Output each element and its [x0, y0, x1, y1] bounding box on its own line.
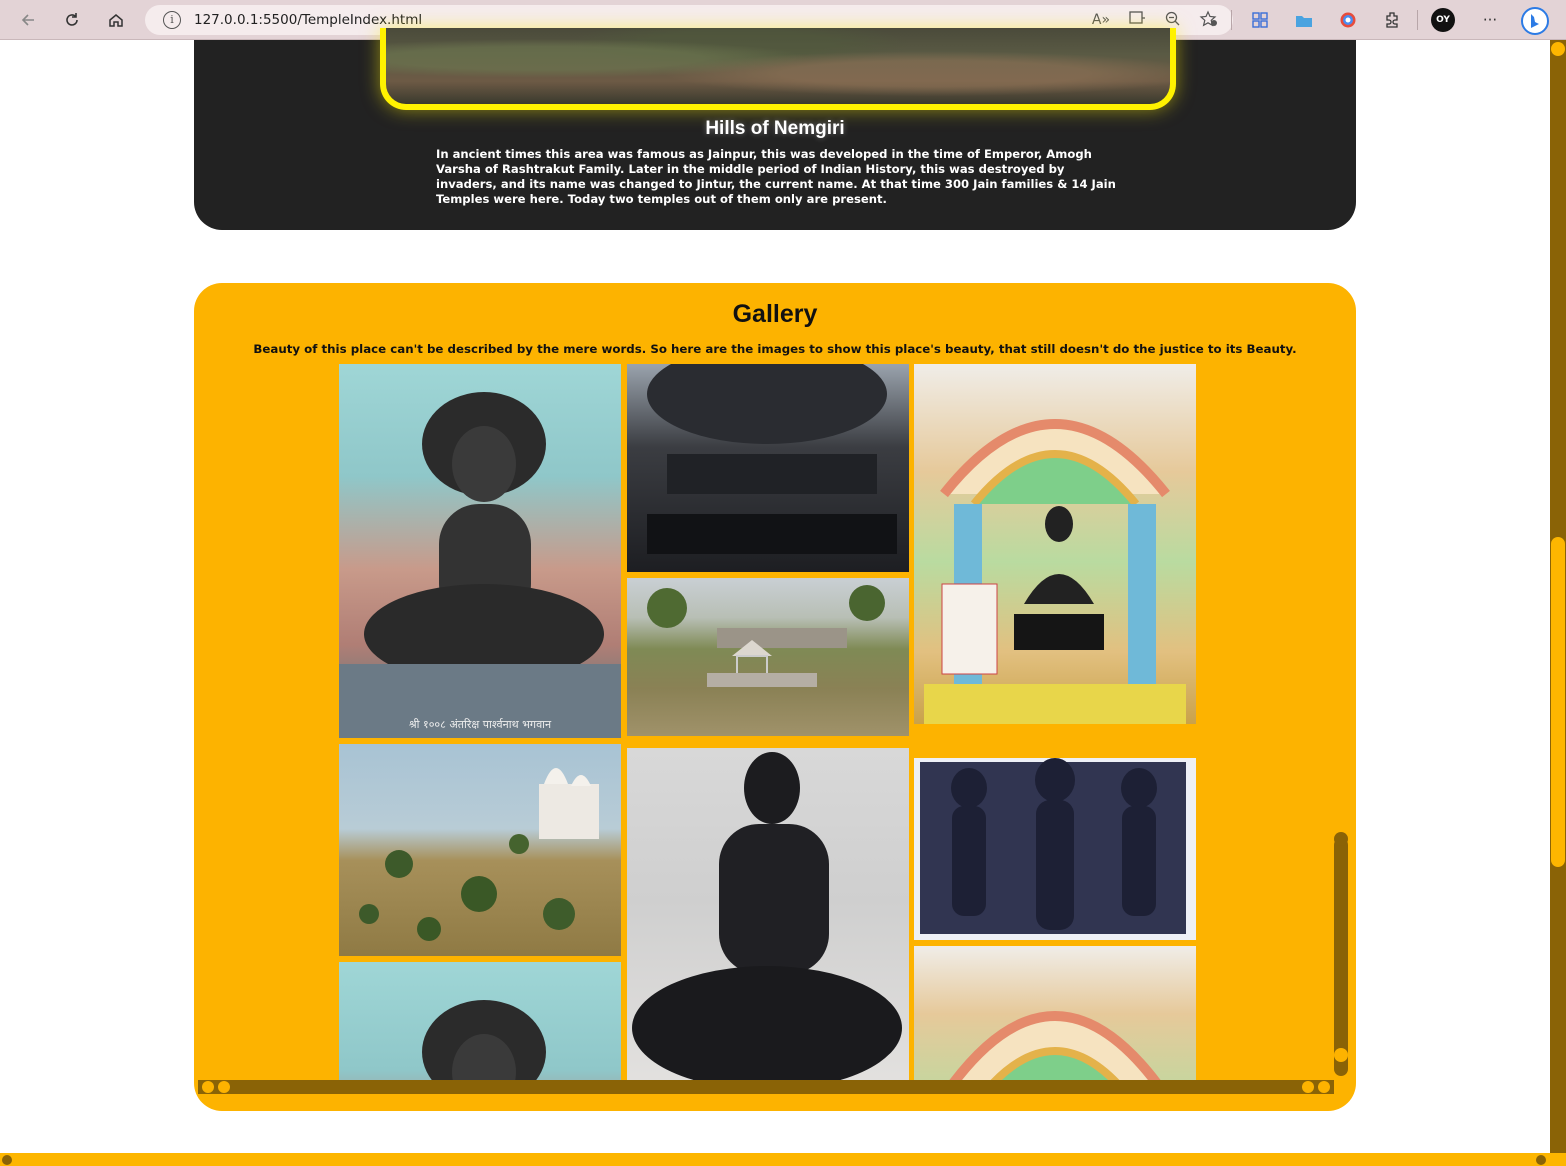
hills-title: Hills of Nemgiri [705, 118, 845, 139]
toolbar-divider [1231, 10, 1232, 30]
page-scrollbar[interactable] [1550, 40, 1566, 1153]
back-icon[interactable] [14, 6, 42, 34]
favorites-add-icon[interactable] [1198, 10, 1220, 30]
statue-caption: श्री १००८ अंतरिक्ष पार्श्वनाथ भगवान [408, 718, 552, 731]
page-horizontal-scrollbar[interactable] [0, 1153, 1550, 1166]
gallery-scroll-thumb[interactable] [1334, 838, 1348, 1076]
toolbar-divider [1417, 10, 1418, 30]
parshvanath-statue-photo-2[interactable] [339, 962, 621, 1080]
site-info-icon[interactable]: i [163, 11, 181, 29]
extensions-icon[interactable] [1380, 8, 1404, 32]
gallery-horizontal-scrollbar[interactable] [198, 1080, 1334, 1094]
hill-pavilion-photo[interactable] [627, 578, 909, 736]
shrine-idol-photo-2[interactable] [914, 946, 1196, 1080]
split-screen-icon[interactable] [1248, 8, 1272, 32]
zoom-out-icon[interactable] [1162, 10, 1184, 30]
parshvanath-statue-photo[interactable]: श्री १००८ अंतरिक्ष पार्श्वनाथ भगवान [339, 364, 621, 738]
scroll-left-arrow[interactable] [2, 1155, 12, 1165]
scroll-up-arrow[interactable] [1551, 42, 1565, 56]
profile-avatar[interactable]: OY [1431, 8, 1455, 32]
color-extension-icon[interactable] [1336, 8, 1360, 32]
gallery-grid[interactable]: श्री १००८ अंतरिक्ष पार्श्वनाथ भगवान [339, 364, 1197, 1080]
read-aloud-icon[interactable]: A» [1090, 10, 1112, 30]
gallery-section: Gallery Beauty of this place can't be de… [194, 283, 1356, 1111]
gallery-scroll-right-arrow[interactable] [1318, 1081, 1330, 1093]
profile-initials: OY [1431, 8, 1455, 32]
reload-icon[interactable] [58, 6, 86, 34]
more-menu-icon[interactable]: ··· [1478, 8, 1502, 32]
scrollbar-corner [1550, 1153, 1566, 1166]
collections-icon[interactable] [1292, 8, 1316, 32]
gallery-scroll-down-cap[interactable] [1334, 1048, 1348, 1062]
gallery-hscroll-thumb-start[interactable] [218, 1081, 230, 1093]
gallery-scroll-up-cap[interactable] [1334, 832, 1348, 846]
page-scroll-thumb[interactable] [1551, 537, 1565, 867]
reader-view-icon[interactable] [1126, 10, 1148, 30]
hills-description: In ancient times this area was famous as… [436, 147, 1116, 206]
gallery-hscroll-thumb-end[interactable] [1302, 1081, 1314, 1093]
gallery-title: Gallery [732, 300, 818, 328]
seated-black-statue-photo[interactable] [627, 748, 909, 1080]
gallery-vertical-scrollbar[interactable] [1334, 364, 1348, 1080]
home-icon[interactable] [102, 6, 130, 34]
gallery-description: Beauty of this place can't be described … [253, 342, 1297, 356]
url-text[interactable]: 127.0.0.1:5500/TempleIndex.html [194, 12, 422, 28]
three-tirthankara-relief-photo[interactable] [914, 758, 1196, 940]
hill-temple-photo[interactable] [339, 744, 621, 956]
hills-section: Hills of Nemgiri In ancient times this a… [194, 28, 1356, 230]
gallery-scroll-track[interactable] [1334, 364, 1348, 838]
scroll-right-arrow[interactable] [1536, 1155, 1546, 1165]
hills-photo [380, 28, 1176, 110]
statue-base-photo[interactable] [627, 364, 909, 572]
shrine-idol-photo[interactable] [914, 364, 1196, 724]
gallery-scroll-left-arrow[interactable] [202, 1081, 214, 1093]
bing-copilot-icon[interactable] [1520, 6, 1550, 36]
